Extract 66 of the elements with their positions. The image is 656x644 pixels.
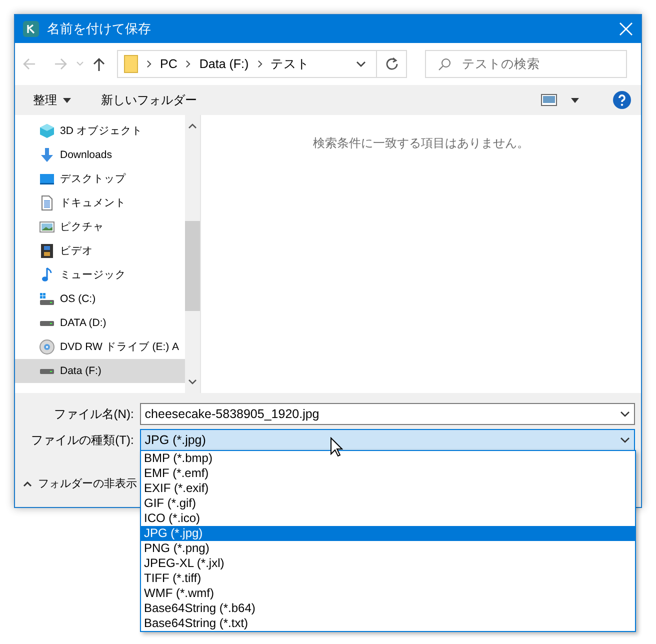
file-type-option[interactable]: JPG (*.jpg): [141, 526, 635, 541]
file-type-option[interactable]: BMP (*.bmp): [141, 451, 635, 466]
chevron-icon: [145, 60, 153, 68]
up-arrow-icon[interactable]: [91, 56, 107, 72]
breadcrumb[interactable]: PC: [160, 57, 178, 71]
file-type-label: ファイルの種類(T):: [30, 432, 135, 448]
navigation-item[interactable]: デスクトップ: [15, 167, 185, 191]
picture-icon: [39, 219, 55, 235]
file-type-option[interactable]: WMF (*.wmf): [141, 586, 635, 601]
close-icon[interactable]: [619, 22, 633, 36]
drive-icon: [40, 368, 54, 374]
cube-icon: [39, 123, 55, 139]
search-icon: [438, 58, 451, 71]
down-arrow-icon: [39, 147, 55, 163]
caret-icon: [620, 437, 630, 443]
file-type-option[interactable]: JPEG-XL (*.jxl): [141, 556, 635, 571]
file-type-option[interactable]: EXIF (*.exif): [141, 481, 635, 496]
navigation-item[interactable]: ピクチャ: [15, 215, 185, 239]
chevron-icon: [256, 60, 264, 68]
scroll-down-icon[interactable]: [188, 379, 197, 385]
file-type-option[interactable]: PNG (*.png): [141, 541, 635, 556]
address-bar[interactable]: PC Data (F:) テスト: [117, 50, 407, 78]
file-type-option[interactable]: Base64String (*.b64): [141, 601, 635, 616]
folder-icon: [124, 55, 138, 73]
hide-folders-button[interactable]: フォルダーの非表示: [23, 476, 137, 491]
breadcrumb[interactable]: Data (F:): [199, 57, 249, 71]
view-icon[interactable]: [541, 94, 557, 106]
film-icon: [39, 243, 55, 259]
refresh-icon: [384, 57, 398, 71]
caret-icon: [23, 480, 32, 486]
new-folder-button[interactable]: 新しいフォルダー: [99, 90, 199, 110]
navigation-item[interactable]: ミュージック: [15, 263, 185, 287]
monitor-icon: [39, 171, 55, 187]
navigation-item[interactable]: 3D オブジェクト: [15, 119, 185, 143]
navigation-item[interactable]: ドキュメント: [15, 191, 185, 215]
help-icon[interactable]: [613, 91, 631, 109]
chevron-icon: [184, 60, 192, 68]
file-name-label: ファイル名(N):: [52, 406, 135, 422]
dropdown-caret-icon[interactable]: [356, 61, 366, 67]
file-type-option[interactable]: GIF (*.gif): [141, 496, 635, 511]
caret-icon[interactable]: [571, 98, 579, 102]
app-icon: [23, 21, 39, 37]
navigation-item[interactable]: OS (C:): [15, 287, 185, 311]
scroll-up-icon[interactable]: [188, 123, 197, 129]
drive-icon: [40, 320, 54, 326]
caret-icon: [620, 411, 630, 417]
document-icon: [39, 195, 55, 211]
file-type-option[interactable]: Base64String (*.txt): [141, 616, 635, 631]
empty-message: 検索条件に一致する項目はありません。: [313, 135, 529, 152]
caret-icon: [63, 98, 71, 102]
navigation-item[interactable]: DATA (D:): [15, 311, 185, 335]
search-field[interactable]: テストの検索: [425, 50, 627, 78]
window-title: 名前を付けて保存: [47, 20, 152, 38]
file-name-field[interactable]: cheesecake-5838905_1920.jpg: [140, 403, 635, 425]
file-type-option[interactable]: EMF (*.emf): [141, 466, 635, 481]
navigation-item[interactable]: DVD RW ドライブ (E:) A: [15, 335, 185, 359]
navigation-item[interactable]: Downloads: [15, 143, 185, 167]
navigation-item[interactable]: ビデオ: [15, 239, 185, 263]
system-drive-icon: [39, 291, 55, 307]
organize-button[interactable]: 整理: [31, 90, 73, 110]
file-type-option[interactable]: TIFF (*.tiff): [141, 571, 635, 586]
file-type-dropdown[interactable]: JPG (*.jpg): [140, 429, 635, 451]
breadcrumb[interactable]: テスト: [270, 56, 310, 72]
navigation-item[interactable]: Data (F:): [15, 359, 185, 383]
file-type-option[interactable]: ICO (*.ico): [141, 511, 635, 526]
disc-icon: [39, 339, 55, 355]
